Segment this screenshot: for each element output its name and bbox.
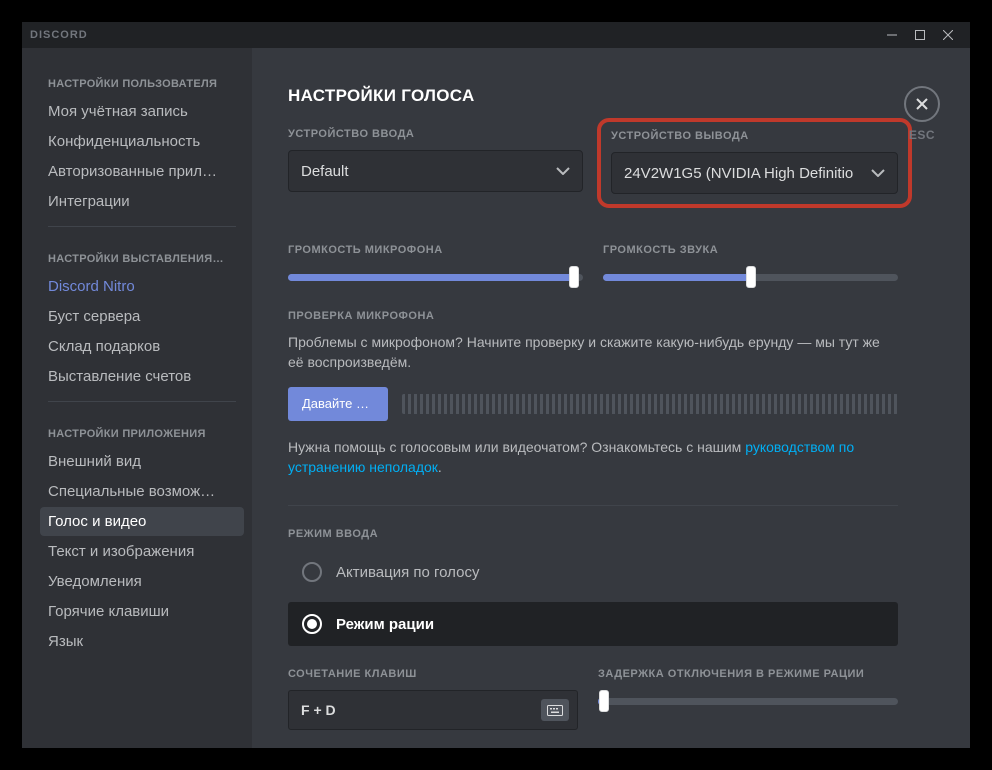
sidebar-item-account[interactable]: Моя учётная запись xyxy=(40,97,244,126)
close-settings-button[interactable] xyxy=(904,86,940,122)
sidebar-header-billing: НАСТРОЙКИ ВЫСТАВЛЕНИЯ… xyxy=(40,237,244,271)
mic-check-button[interactable]: Давайте пр… xyxy=(288,387,388,421)
app-name: DISCORD xyxy=(30,29,88,41)
input-device-value: Default xyxy=(301,163,349,180)
radio-icon xyxy=(302,562,322,582)
output-volume-slider[interactable] xyxy=(603,266,898,288)
shortcut-input[interactable]: F + D xyxy=(288,690,578,730)
radio-ptt[interactable]: Режим рации xyxy=(288,602,898,646)
sidebar-item-billing[interactable]: Выставление счетов xyxy=(40,362,244,391)
radio-voice-activation[interactable]: Активация по голосу xyxy=(288,550,898,594)
sidebar-item-text-images[interactable]: Текст и изображения xyxy=(40,537,244,566)
keyboard-icon xyxy=(541,699,569,721)
window-minimize-button[interactable] xyxy=(878,24,906,46)
input-volume-label: ГРОМКОСТЬ МИКРОФОНА xyxy=(288,244,583,256)
sidebar-item-appearance[interactable]: Внешний вид xyxy=(40,447,244,476)
sidebar-item-hotkeys[interactable]: Горячие клавиши xyxy=(40,597,244,626)
sidebar-item-notifications[interactable]: Уведомления xyxy=(40,567,244,596)
release-delay-slider[interactable] xyxy=(598,690,898,712)
page-title: НАСТРОЙКИ ГОЛОСА xyxy=(288,86,898,106)
close-icon xyxy=(914,96,930,112)
input-device-label: УСТРОЙСТВО ВВОДА xyxy=(288,128,583,140)
radio-label-voice-activation: Активация по голосу xyxy=(336,564,479,581)
settings-sidebar: НАСТРОЙКИ ПОЛЬЗОВАТЕЛЯ Моя учётная запис… xyxy=(22,48,252,748)
output-volume-label: ГРОМКОСТЬ ЗВУКА xyxy=(603,244,898,256)
content-divider xyxy=(288,505,898,506)
sidebar-item-boost[interactable]: Буст сервера xyxy=(40,302,244,331)
release-delay-label: ЗАДЕРЖКА ОТКЛЮЧЕНИЯ В РЕЖИМЕ РАЦИИ xyxy=(598,668,898,680)
sidebar-item-authorized-apps[interactable]: Авторизованные прил… xyxy=(40,157,244,186)
mic-level-meter xyxy=(402,394,898,414)
sidebar-item-integrations[interactable]: Интеграции xyxy=(40,187,244,216)
titlebar: DISCORD xyxy=(22,22,970,48)
window-close-button[interactable] xyxy=(934,24,962,46)
app-window: DISCORD НАСТРОЙКИ ПОЛЬЗОВАТЕЛЯ Моя учётн… xyxy=(22,22,970,748)
shortcut-value: F + D xyxy=(301,702,336,718)
radio-label-ptt: Режим рации xyxy=(336,616,434,633)
sidebar-item-nitro[interactable]: Discord Nitro xyxy=(40,272,244,301)
radio-icon xyxy=(302,614,322,634)
voice-help-text: Нужна помощь с голосовым или видеочатом?… xyxy=(288,437,898,478)
input-volume-slider[interactable] xyxy=(288,266,583,288)
sidebar-item-privacy[interactable]: Конфиденциальность xyxy=(40,127,244,156)
close-label: ESC xyxy=(904,128,940,142)
input-mode-label: РЕЖИМ ВВОДА xyxy=(288,528,898,540)
sidebar-header-user: НАСТРОЙКИ ПОЛЬЗОВАТЕЛЯ xyxy=(40,78,244,96)
chevron-down-icon xyxy=(556,167,570,175)
sidebar-item-gifts[interactable]: Склад подарков xyxy=(40,332,244,361)
output-device-value: 24V2W1G5 (NVIDIA High Definitio xyxy=(624,165,853,182)
sidebar-divider xyxy=(48,226,236,227)
window-maximize-button[interactable] xyxy=(906,24,934,46)
sidebar-item-voice-video[interactable]: Голос и видео xyxy=(40,507,244,536)
sidebar-item-language[interactable]: Язык xyxy=(40,627,244,656)
shortcut-label: СОЧЕТАНИЕ КЛАВИШ xyxy=(288,668,578,680)
output-device-highlight: УСТРОЙСТВО ВЫВОДА 24V2W1G5 (NVIDIA High … xyxy=(597,118,912,208)
chevron-down-icon xyxy=(871,169,885,177)
mic-check-label: ПРОВЕРКА МИКРОФОНА xyxy=(288,310,898,322)
settings-content: ESC НАСТРОЙКИ ГОЛОСА УСТРОЙСТВО ВВОДА De… xyxy=(252,48,970,748)
sidebar-item-accessibility[interactable]: Специальные возмож… xyxy=(40,477,244,506)
sidebar-header-app: НАСТРОЙКИ ПРИЛОЖЕНИЯ xyxy=(40,412,244,446)
input-device-select[interactable]: Default xyxy=(288,150,583,192)
output-device-select[interactable]: 24V2W1G5 (NVIDIA High Definitio xyxy=(611,152,898,194)
sidebar-divider xyxy=(48,401,236,402)
output-device-label: УСТРОЙСТВО ВЫВОДА xyxy=(611,130,898,142)
mic-check-description: Проблемы с микрофоном? Начните проверку … xyxy=(288,332,898,373)
